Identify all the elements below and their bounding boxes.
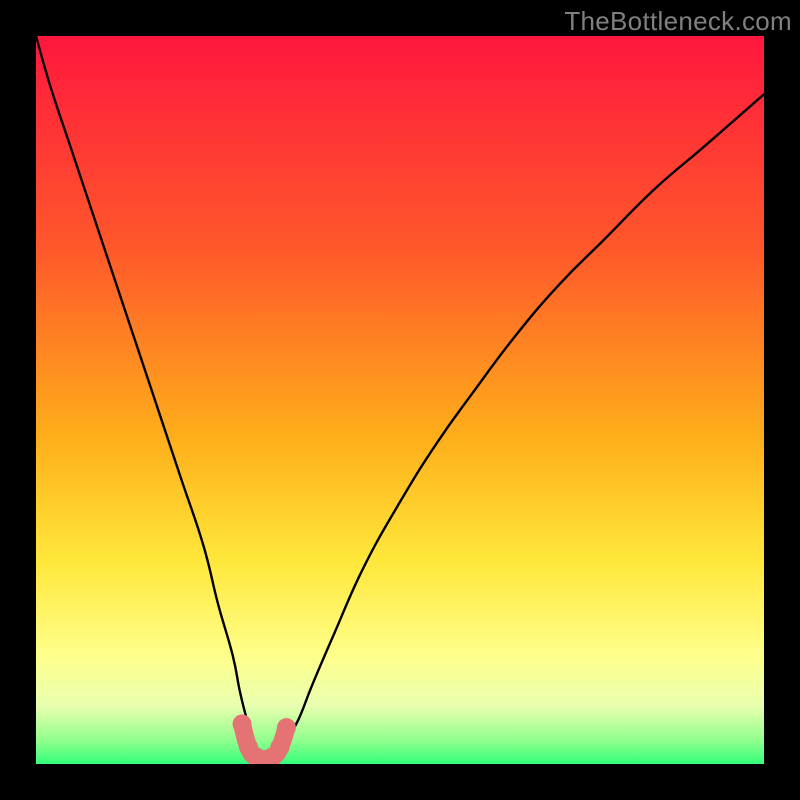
trough-marker-point bbox=[270, 738, 289, 757]
chart-frame: TheBottleneck.com bbox=[0, 0, 800, 800]
plot-area bbox=[36, 36, 764, 764]
watermark-label: TheBottleneck.com bbox=[564, 6, 792, 37]
trough-marker-point bbox=[277, 718, 296, 737]
chart-svg bbox=[36, 36, 764, 764]
trough-marker-point bbox=[233, 714, 252, 733]
gradient-background bbox=[36, 36, 764, 764]
